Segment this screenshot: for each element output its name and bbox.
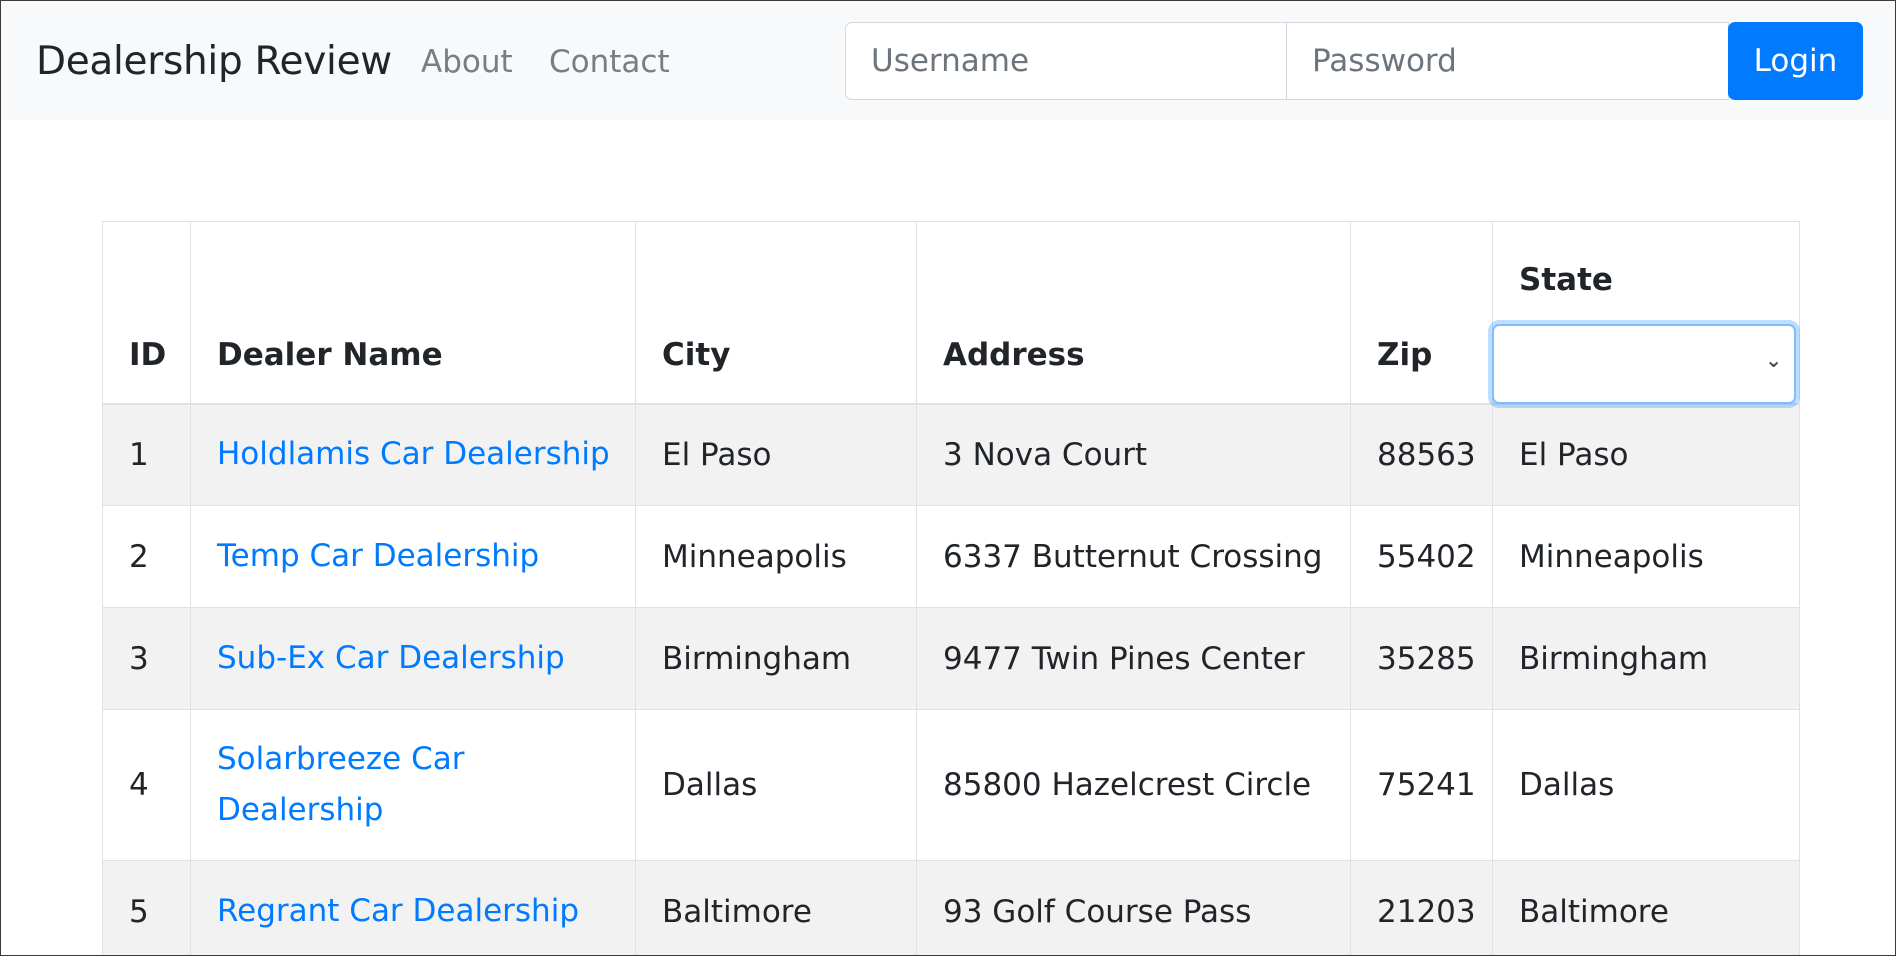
table-row: 3 Sub-Ex Car Dealership Birmingham 9477 … xyxy=(102,607,1800,710)
cell-dealer-name: Holdlamis Car Dealership xyxy=(190,403,636,506)
cell-id: 5 xyxy=(102,860,191,955)
dealers-table-container: ID Dealer Name City Address Zip State ⌄ xyxy=(102,221,1800,955)
dealer-link[interactable]: Holdlamis Car Dealership xyxy=(217,429,610,480)
cell-state: Dallas xyxy=(1492,709,1800,861)
chevron-down-icon: ⌄ xyxy=(1765,347,1782,372)
username-input[interactable] xyxy=(845,22,1287,100)
cell-zip: 21203 xyxy=(1350,860,1493,955)
table-row: 1 Holdlamis Car Dealership El Paso 3 Nov… xyxy=(102,403,1800,506)
cell-address: 3 Nova Court xyxy=(916,403,1351,506)
header-zip: Zip xyxy=(1350,221,1493,405)
header-id: ID xyxy=(102,221,191,405)
brand-link[interactable]: Dealership Review xyxy=(36,39,392,84)
cell-id: 4 xyxy=(102,709,191,861)
cell-id: 3 xyxy=(102,607,191,710)
cell-zip: 88563 xyxy=(1350,403,1493,506)
dealers-table: ID Dealer Name City Address Zip State ⌄ xyxy=(102,221,1800,955)
cell-dealer-name: Regrant Car Dealership xyxy=(190,860,636,955)
cell-state: Minneapolis xyxy=(1492,505,1800,608)
table-row: 2 Temp Car Dealership Minneapolis 6337 B… xyxy=(102,505,1800,608)
navbar: Dealership Review About Contact Login xyxy=(1,1,1895,120)
dealer-link[interactable]: Sub-Ex Car Dealership xyxy=(217,633,565,684)
cell-address: 85800 Hazelcrest Circle xyxy=(916,709,1351,861)
cell-id: 2 xyxy=(102,505,191,608)
login-button[interactable]: Login xyxy=(1728,22,1863,100)
cell-city: Minneapolis xyxy=(635,505,917,608)
table-header: ID Dealer Name City Address Zip State ⌄ xyxy=(102,221,1800,405)
cell-state: Baltimore xyxy=(1492,860,1800,955)
cell-address: 6337 Butternut Crossing xyxy=(916,505,1351,608)
cell-city: Dallas xyxy=(635,709,917,861)
cell-city: Baltimore xyxy=(635,860,917,955)
cell-state: El Paso xyxy=(1492,403,1800,506)
cell-address: 93 Golf Course Pass xyxy=(916,860,1351,955)
table-row: 4 Solarbreeze Car Dealership Dallas 8580… xyxy=(102,709,1800,861)
cell-dealer-name: Solarbreeze Car Dealership xyxy=(190,709,636,861)
cell-zip: 35285 xyxy=(1350,607,1493,710)
cell-zip: 55402 xyxy=(1350,505,1493,608)
table-body: 1 Holdlamis Car Dealership El Paso 3 Nov… xyxy=(102,403,1800,955)
cell-city: El Paso xyxy=(635,403,917,506)
header-dealer-name: Dealer Name xyxy=(190,221,636,405)
cell-dealer-name: Sub-Ex Car Dealership xyxy=(190,607,636,710)
page: Dealership Review About Contact Login ID… xyxy=(0,0,1896,956)
dealer-link[interactable]: Temp Car Dealership xyxy=(217,531,539,582)
header-state: State ⌄ xyxy=(1492,221,1800,405)
cell-state: Birmingham xyxy=(1492,607,1800,710)
login-form: Login xyxy=(845,22,1863,100)
state-filter-select[interactable]: ⌄ xyxy=(1492,323,1796,404)
cell-id: 1 xyxy=(102,403,191,506)
header-state-label: State xyxy=(1519,261,1613,298)
password-input[interactable] xyxy=(1287,22,1729,100)
header-city: City xyxy=(635,221,917,405)
cell-address: 9477 Twin Pines Center xyxy=(916,607,1351,710)
nav-link-contact[interactable]: Contact xyxy=(549,44,670,80)
cell-city: Birmingham xyxy=(635,607,917,710)
cell-dealer-name: Temp Car Dealership xyxy=(190,505,636,608)
header-address: Address xyxy=(916,221,1351,405)
cell-zip: 75241 xyxy=(1350,709,1493,861)
nav-link-about[interactable]: About xyxy=(421,44,513,80)
table-row: 5 Regrant Car Dealership Baltimore 93 Go… xyxy=(102,860,1800,955)
dealer-link[interactable]: Regrant Car Dealership xyxy=(217,886,579,937)
dealer-link[interactable]: Solarbreeze Car Dealership xyxy=(217,734,517,836)
